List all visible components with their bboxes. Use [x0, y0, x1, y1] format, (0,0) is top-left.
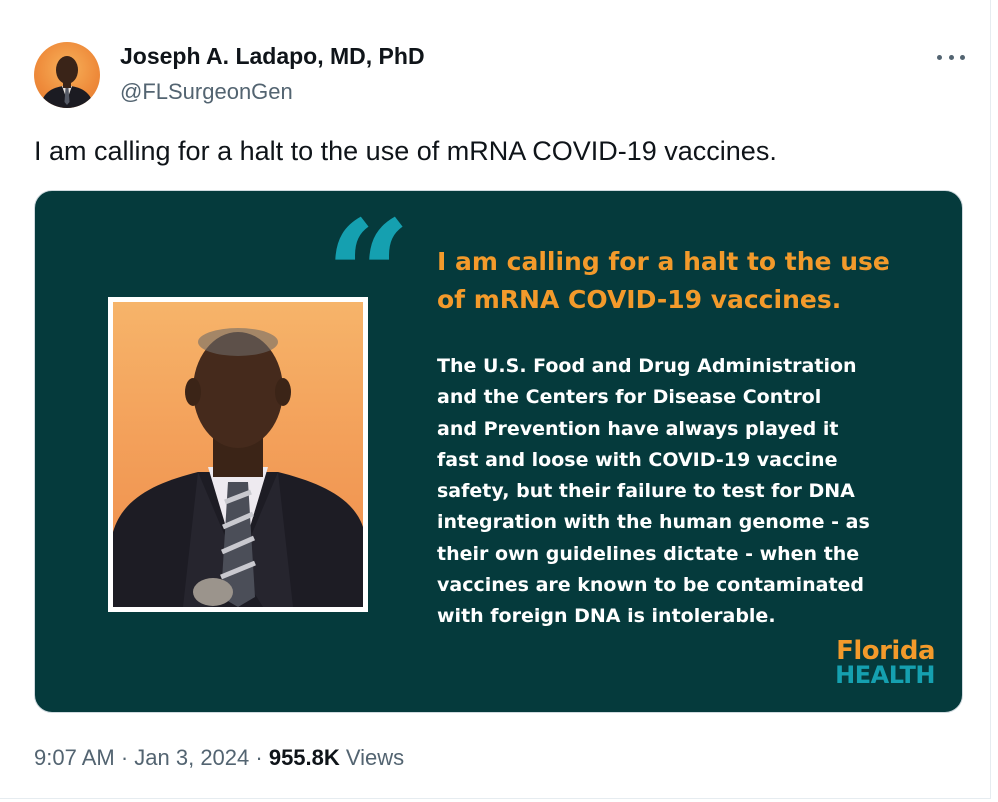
headline-line: of mRNA COVID-19 vaccines.: [437, 285, 842, 314]
views-count[interactable]: 955.8K: [269, 745, 340, 770]
headline-line: I am calling for a halt to the use: [437, 247, 890, 276]
media-body-text: The U.S. Food and Drug Administration an…: [437, 351, 917, 633]
body-line: vaccines are known to be contaminated: [437, 574, 865, 597]
quote-icon: “: [325, 190, 412, 364]
tweet-media-image[interactable]: “ I am calling for a halt to the use of …: [34, 190, 963, 713]
florida-health-logo: Florida HEALTH: [825, 636, 935, 689]
more-dot: [948, 54, 954, 60]
body-line: and Prevention have always played it: [437, 417, 839, 440]
author-name[interactable]: Joseph A. Ladapo, MD, PhD: [120, 43, 425, 70]
avatar[interactable]: [34, 42, 100, 108]
tweet-card: Joseph A. Ladapo, MD, PhD @FLSurgeonGen …: [0, 0, 991, 799]
body-line: with foreign DNA is intolerable.: [437, 605, 776, 628]
body-line: integration with the human genome - as: [437, 511, 870, 534]
meta-separator: ·: [249, 745, 269, 770]
body-line: The U.S. Food and Drug Administration: [437, 355, 857, 377]
views-label: Views: [339, 745, 405, 770]
tweet-text: I am calling for a halt to the use of mR…: [34, 136, 777, 166]
media-headline: I am calling for a halt to the use of mR…: [437, 243, 937, 319]
avatar-portrait: [40, 56, 94, 108]
body-line: their own guidelines dictate - when the: [437, 542, 860, 565]
tweet-date[interactable]: Jan 3, 2024: [134, 745, 249, 770]
more-dot: [937, 54, 942, 60]
body-line: and the Centers for Disease Control: [437, 386, 822, 409]
more-horizontal-icon[interactable]: [933, 44, 969, 70]
more-dot: [960, 54, 965, 60]
body-line: fast and loose with COVID-19 vaccine: [437, 448, 838, 471]
body-line: safety, but their failure to test for DN…: [437, 480, 855, 503]
tweet-meta: 9:07 AM · Jan 3, 2024 · 955.8K Views: [34, 745, 404, 771]
tweet-time[interactable]: 9:07 AM: [34, 745, 115, 770]
logo-line-1: Florida: [836, 636, 935, 666]
meta-separator: ·: [114, 745, 135, 770]
author-handle[interactable]: @FLSurgeonGen: [120, 79, 293, 105]
logo-line-2: HEALTH: [835, 661, 935, 689]
